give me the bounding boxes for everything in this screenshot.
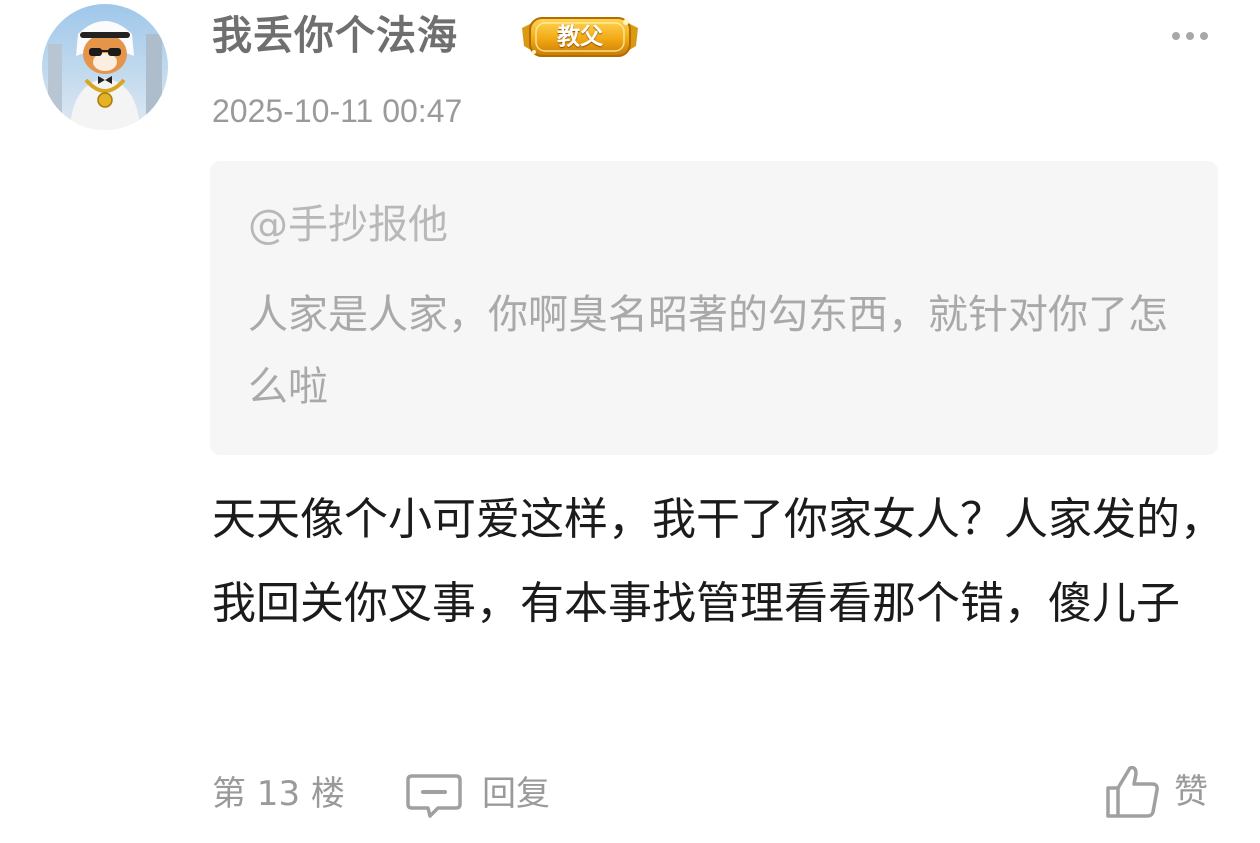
more-dots-icon [1172,32,1208,40]
username[interactable]: 我丢你个法海 [212,8,458,64]
badge-label: 教父 [557,24,603,50]
post-timestamp: 2025-10-11 00:47 [212,93,463,129]
quoted-user-mention[interactable]: @手抄报他 [248,197,448,253]
comment-footer: 第 13 楼 回复 赞 [0,760,1260,830]
comment-post: 我丢你个法海 教父 2025-10-11 00:47 @手抄报他 人家是人家，你… [0,0,1260,843]
quoted-comment[interactable]: @手抄报他 人家是人家，你啊臭名昭著的勾东西，就针对你了怎么啦 [210,161,1218,455]
avatar[interactable] [42,4,168,130]
quoted-comment-text: 人家是人家，你啊臭名昭著的勾东西，就针对你了怎么啦 [248,292,1168,410]
comment-body: 天天像个小可爱这样，我干了你家女人？人家发的，我回关你叉事，有本事找管理看看那个… [212,494,1224,629]
like-button[interactable]: 赞 [1102,760,1232,826]
rank-badge: 教父 [520,12,640,62]
avatar-cat-image [42,4,168,130]
like-label: 赞 [1174,772,1208,812]
comment-bubble-icon [406,774,462,818]
reply-label: 回复 [482,774,550,814]
thumbs-up-icon [1106,765,1159,818]
more-options-button[interactable] [1170,26,1210,46]
floor-number: 第 13 楼 [212,774,345,814]
